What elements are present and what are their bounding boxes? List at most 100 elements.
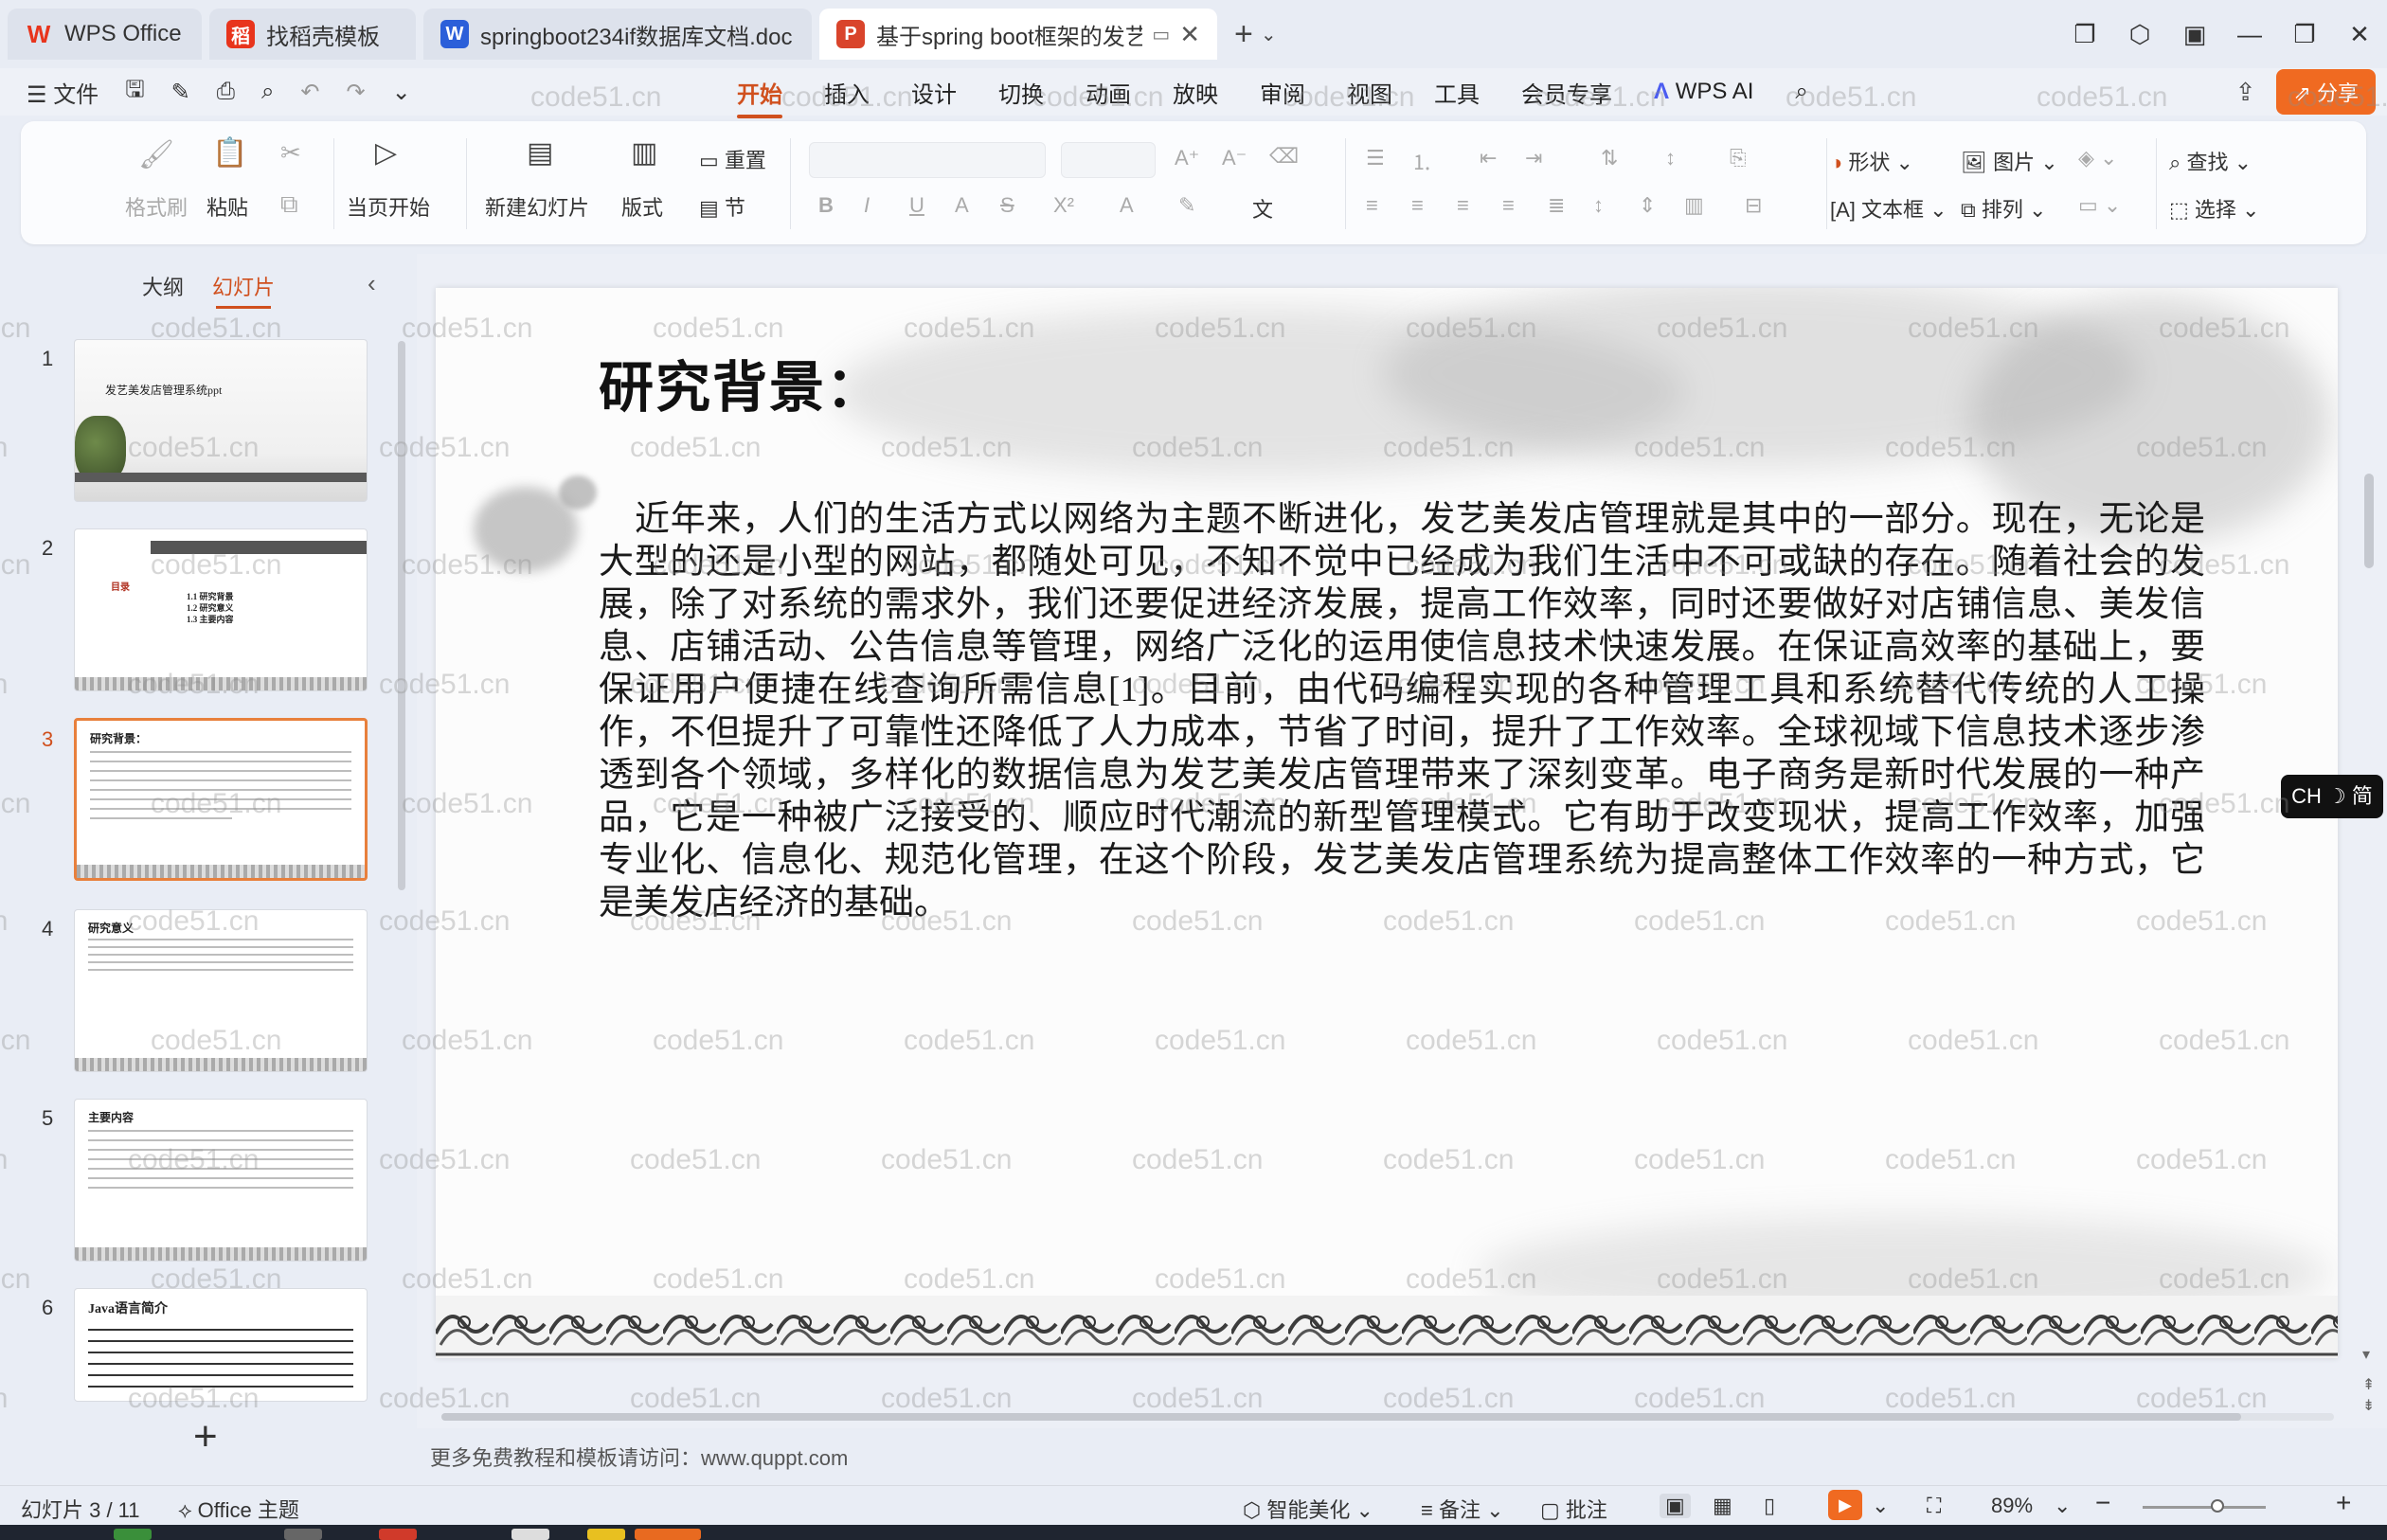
bold-icon[interactable]: B: [818, 193, 834, 218]
brush-icon[interactable]: ✎: [171, 79, 190, 106]
increase-indent-icon[interactable]: ⇥: [1525, 146, 1542, 170]
add-slide-icon[interactable]: +: [193, 1413, 218, 1460]
scroll-up-icon[interactable]: ▾: [2362, 1345, 2370, 1364]
zoom-level[interactable]: 89%: [1991, 1494, 2033, 1518]
taskbar-app-icon[interactable]: [587, 1529, 625, 1540]
underline-icon[interactable]: U: [909, 193, 924, 218]
select-button[interactable]: ⬚ 选择 ⌄: [2169, 193, 2259, 224]
tab-member[interactable]: 会员专享: [1521, 76, 1612, 109]
slide-sorter-icon[interactable]: ▦: [1713, 1494, 1732, 1518]
avatar[interactable]: ▣: [2167, 20, 2222, 49]
copy-icon[interactable]: ⧉: [280, 189, 298, 220]
collapse-pane-icon[interactable]: ‹: [368, 269, 376, 298]
bullets-icon[interactable]: ☰: [1366, 146, 1385, 170]
align-center-icon[interactable]: ≡: [1411, 193, 1424, 218]
grow-font-icon[interactable]: A⁺: [1175, 146, 1199, 170]
tab-slideshow[interactable]: 放映: [1173, 76, 1218, 109]
highlight-icon[interactable]: ✎: [1178, 193, 1195, 218]
line-spacing-icon[interactable]: ↕: [1593, 193, 1604, 218]
slide-canvas[interactable]: 研究背景： 近年来，人们的生活方式以网络为主题不断进化，发艺美发店管理就是其中的…: [436, 288, 2338, 1358]
wps-ai-button[interactable]: Ʌ WPS AI: [1654, 79, 1753, 105]
search-icon[interactable]: ⌕: [1795, 79, 1807, 105]
find-button[interactable]: ⌕ 查找 ⌄: [2169, 146, 2252, 176]
chevron-down-icon[interactable]: ⌄: [1261, 23, 1277, 46]
close-window-icon[interactable]: ✕: [2332, 20, 2387, 49]
slide-thumbnail-2[interactable]: 目录 1.1 研究背景 1.2 研究意义 1.3 主要内容: [74, 528, 368, 691]
tab-review[interactable]: 审阅: [1260, 76, 1305, 109]
notes-toggle-button[interactable]: ≡ 备注 ⌄: [1421, 1494, 1504, 1524]
slide-horizontal-scrollbar[interactable]: [441, 1413, 2241, 1421]
tab-slides[interactable]: 幻灯片: [212, 271, 275, 309]
taskbar-app-icon[interactable]: [284, 1529, 322, 1540]
phonetic-icon[interactable]: 文: [1252, 193, 1273, 224]
text-shadow-icon[interactable]: A: [955, 193, 969, 218]
theme-button[interactable]: ⟡ Office 主题: [178, 1494, 299, 1524]
tab-outline[interactable]: 大纲: [142, 271, 184, 301]
align-left-icon[interactable]: ≡: [1366, 193, 1378, 218]
italic-icon[interactable]: I: [864, 193, 870, 218]
chevron-down-icon[interactable]: ⌄: [2054, 1494, 2071, 1518]
close-tab-icon[interactable]: ✕: [1170, 20, 1200, 49]
slide-thumbnail-4[interactable]: 研究意义: [74, 909, 368, 1072]
fill-icon[interactable]: ◈ ⌄: [2078, 146, 2117, 170]
decrease-indent-icon[interactable]: ⇤: [1480, 146, 1497, 170]
save-icon[interactable]: 🖫: [125, 73, 144, 112]
fit-window-icon[interactable]: ⛶: [1927, 1494, 1941, 1518]
print-icon[interactable]: ⎙: [217, 79, 235, 105]
print-preview-icon[interactable]: ⌕: [261, 79, 274, 105]
slide-body-text[interactable]: 近年来，人们的生活方式以网络为主题不断进化，发艺美发店管理就是其中的一部分。现在…: [599, 498, 2205, 924]
smart-beautify-button[interactable]: ⬡ 智能美化 ⌄: [1243, 1494, 1373, 1524]
zoom-slider-handle[interactable]: [2211, 1499, 2224, 1513]
columns-icon[interactable]: ▥: [1684, 193, 1704, 218]
page-up-icon[interactable]: ⇞: [2362, 1375, 2375, 1394]
notes-pane[interactable]: 更多免费教程和模板请访问：www.quppt.com: [430, 1442, 848, 1472]
monitor-icon[interactable]: ▭: [1152, 23, 1170, 46]
slide-vertical-scrollbar[interactable]: [2364, 474, 2374, 568]
zoom-slider-track[interactable]: [2143, 1506, 2266, 1509]
reading-view-icon[interactable]: ▯: [1764, 1494, 1775, 1518]
slide-thumbnail-3[interactable]: 研究背景：: [74, 718, 368, 881]
tab-wps-office[interactable]: W WPS Office: [8, 9, 202, 60]
tab-list-icon[interactable]: ❐: [2057, 20, 2112, 49]
outline-icon[interactable]: ▭ ⌄: [2078, 193, 2121, 218]
minimize-icon[interactable]: —: [2222, 20, 2277, 49]
page-down-icon[interactable]: ⇟: [2362, 1396, 2375, 1415]
picture-button[interactable]: 🖼 图片 ⌄: [1961, 146, 2058, 176]
align-right-icon[interactable]: ≡: [1457, 193, 1469, 218]
text-align-icon[interactable]: ⊟: [1745, 193, 1762, 218]
cloud-upload-icon[interactable]: ⇪: [2235, 78, 2256, 107]
shrink-font-icon[interactable]: A⁻: [1222, 146, 1247, 170]
section-button[interactable]: ▤ 节: [699, 191, 745, 222]
tab-tools[interactable]: 工具: [1434, 76, 1480, 109]
taskbar-app-icon[interactable]: [114, 1529, 152, 1540]
tab-design[interactable]: 设计: [911, 76, 957, 109]
arrange-button[interactable]: ⧉ 排列 ⌄: [1961, 193, 2046, 224]
cut-icon[interactable]: ✂: [280, 138, 301, 168]
slide-title[interactable]: 研究背景：: [599, 343, 883, 422]
justify-icon[interactable]: ≡: [1502, 193, 1515, 218]
maximize-icon[interactable]: ❐: [2277, 20, 2332, 49]
format-painter-button[interactable]: 格式刷: [125, 191, 188, 222]
sort-icon[interactable]: ↕: [1665, 146, 1676, 170]
undo-icon[interactable]: ↶: [300, 79, 319, 106]
taskbar-app-icon[interactable]: [512, 1529, 549, 1540]
chevron-down-icon[interactable]: ⌄: [392, 79, 411, 106]
distribute-icon[interactable]: ≣: [1548, 193, 1565, 218]
paragraph-spacing-icon[interactable]: ⇕: [1639, 193, 1656, 218]
tab-view[interactable]: 视图: [1347, 76, 1392, 109]
cube-icon[interactable]: ⬡: [2112, 20, 2167, 49]
tab-home[interactable]: 开始: [737, 76, 782, 118]
start-from-current-button[interactable]: 当页开始: [347, 191, 430, 222]
clear-format-icon[interactable]: ⌫: [1269, 144, 1299, 169]
normal-view-icon[interactable]: ▣: [1660, 1494, 1691, 1518]
tab-word-document[interactable]: W springboot234if数据库文档.doc: [423, 9, 812, 60]
tab-presentation[interactable]: P 基于spring boot框架的发艺 ▭ ✕: [819, 9, 1217, 60]
tab-animation[interactable]: 动画: [1086, 76, 1131, 109]
text-direction-icon[interactable]: ⇅: [1601, 146, 1618, 170]
thumbnail-scrollbar[interactable]: [398, 341, 405, 890]
new-tab-icon[interactable]: +: [1234, 16, 1253, 53]
strikethrough-icon[interactable]: S: [1000, 193, 1014, 218]
tab-transition[interactable]: 切换: [998, 76, 1044, 109]
redo-icon[interactable]: ↷: [347, 79, 366, 106]
slide-thumbnail-5[interactable]: 主要内容: [74, 1099, 368, 1262]
